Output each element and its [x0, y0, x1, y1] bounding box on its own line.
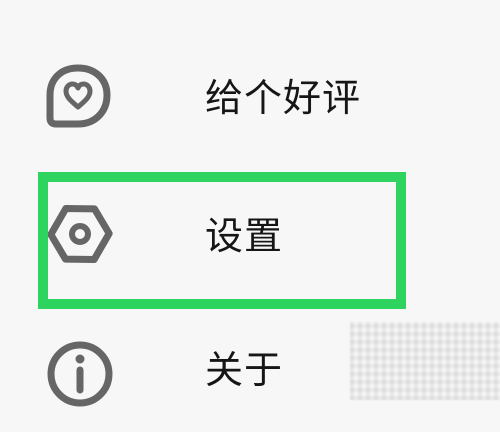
- menu-item-rate[interactable]: 给个好评: [0, 38, 500, 158]
- watermark: [350, 322, 500, 400]
- menu-item-label: 给个好评: [205, 76, 362, 120]
- info-circle-icon: [44, 338, 116, 410]
- menu-item-settings[interactable]: 设置: [0, 176, 500, 296]
- menu-item-label: 关于: [205, 348, 284, 392]
- menu-item-label: 设置: [205, 214, 284, 258]
- heart-bubble-icon: [44, 60, 116, 132]
- hexagon-gear-icon: [44, 198, 116, 270]
